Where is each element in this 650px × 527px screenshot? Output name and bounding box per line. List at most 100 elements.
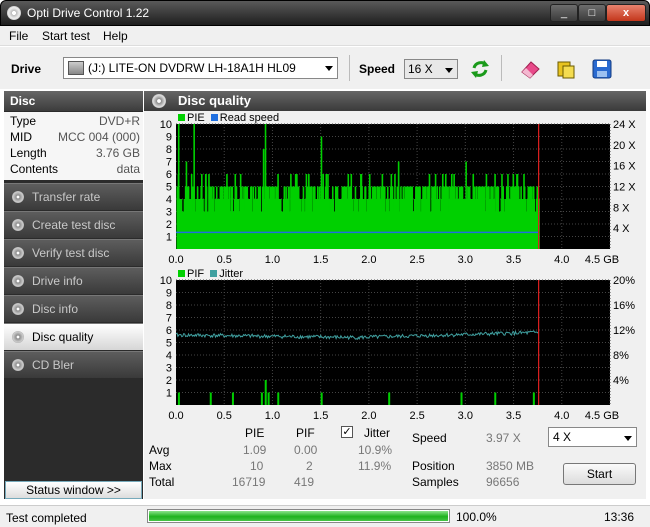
pif-bar	[388, 392, 391, 405]
nav-create-test-disc[interactable]: Create test disc	[4, 211, 143, 238]
chevron-down-icon	[624, 436, 632, 441]
speed-value: 16 X	[408, 62, 433, 76]
disc-info-panel: Type DVD+R MID MCC 004 (000) Length 3.76…	[4, 112, 143, 180]
pie-spike	[262, 149, 265, 249]
x-tick-label: 1.5	[313, 410, 328, 420]
y-left-tick-label: 1	[166, 232, 172, 244]
pie-spike	[523, 174, 525, 249]
x-tick-label: 3.5	[506, 410, 521, 420]
y-left-tick-label: 9	[166, 132, 172, 144]
pie-spike	[204, 174, 207, 249]
window-title: Opti Drive Control 1.22	[27, 6, 150, 20]
maximize-button[interactable]: □	[578, 4, 606, 22]
x-tick-label: 4.0	[554, 254, 569, 264]
y-left-tick-label: 9	[166, 288, 172, 300]
disc-icon	[12, 275, 24, 287]
minimize-button[interactable]: _	[550, 4, 578, 22]
y-right-tick-label: 4 X	[613, 223, 630, 235]
status-time: 13:36	[604, 510, 635, 524]
menu-start-test[interactable]: Start test	[42, 29, 90, 43]
y-right-tick-label: 8%	[613, 350, 629, 362]
pif-bar	[267, 392, 270, 405]
stats-position-label: Position	[412, 459, 455, 473]
nav-cd-bler[interactable]: CD Bler	[4, 351, 143, 378]
x-tick-label: 1.0	[265, 410, 280, 420]
jitter-checkbox[interactable]: ✓	[341, 426, 353, 438]
pie-spike	[226, 174, 228, 249]
menu-help[interactable]: Help	[103, 29, 128, 43]
drive-label: Drive	[11, 62, 42, 76]
stats-avg-pie: 1.09	[243, 443, 267, 457]
pif-bar	[532, 392, 535, 405]
stats-label-total: Total	[149, 475, 175, 489]
pie-chart: 12345678910 4 X 8 X 12 X 16 X 20 X 24 X 0.0 0.5 1…	[160, 119, 637, 264]
erase-button[interactable]	[518, 57, 542, 81]
stats-label-avg: Avg	[149, 443, 170, 457]
pie-spike	[397, 161, 400, 249]
info-row-contents: Contents data	[10, 162, 140, 178]
pie-spike	[428, 174, 431, 249]
y-right-tick-label: 16%	[613, 300, 635, 312]
pie-spike	[264, 124, 267, 249]
pie-spike	[532, 186, 535, 249]
y-left-tick-label: 6	[166, 325, 172, 337]
progress-fill	[149, 511, 448, 521]
drive-icon	[68, 61, 84, 75]
test-speed-value: 4 X	[553, 430, 572, 444]
toolbar-divider	[501, 55, 502, 81]
y-right-tick-label: 16 X	[613, 161, 636, 173]
info-value: 3.76 GB	[95, 146, 140, 160]
test-speed-select[interactable]: 4 X	[548, 427, 637, 447]
nav-verify-test-disc[interactable]: Verify test disc	[4, 239, 143, 266]
stats-speed-label: Speed	[412, 431, 447, 445]
pif-bar	[231, 392, 234, 405]
copy-button[interactable]	[554, 57, 578, 81]
app-disc-icon	[7, 6, 21, 20]
nav-drive-info[interactable]: Drive info	[4, 267, 143, 294]
y-right-tick-label: 24 X	[613, 119, 636, 131]
pie-spike	[193, 124, 195, 249]
chevron-down-icon	[445, 68, 453, 73]
nav-disc-quality[interactable]: Disc quality	[4, 323, 143, 350]
disc-icon	[12, 331, 24, 343]
chevron-down-icon	[325, 66, 333, 71]
disc-header: Disc	[4, 91, 143, 111]
nav-label: Disc info	[32, 302, 79, 316]
pie-spike	[465, 161, 467, 249]
toolbar-divider	[349, 55, 350, 81]
y-right-tick-label: 8 X	[613, 202, 630, 214]
pie-spike	[177, 124, 180, 249]
stats-col-jitter: Jitter	[364, 426, 391, 440]
nav-label: Create test disc	[32, 218, 116, 232]
pif-chart: 12345678910 4% 8% 12% 16% 20% 0.0 0.5 1.0 1.5 2.0 2…	[160, 275, 635, 420]
pif-bar	[209, 392, 212, 405]
y-left-tick-label: 8	[166, 144, 172, 156]
menu-file[interactable]: File	[9, 29, 28, 43]
close-button[interactable]: x	[606, 4, 646, 22]
start-button[interactable]: Start	[563, 463, 636, 485]
y-right-tick-label: 20%	[613, 275, 635, 287]
status-window-button[interactable]: Status window >>	[5, 481, 142, 499]
y-left-tick-label: 5	[166, 182, 172, 194]
nav-label: Disc quality	[32, 330, 94, 344]
x-tick-label: 2.0	[361, 410, 376, 420]
pif-bar	[277, 392, 280, 405]
disc-icon	[12, 247, 24, 259]
stats-col-pif: PIF	[296, 426, 315, 440]
y-right-tick-label: 12%	[613, 325, 635, 337]
pie-spike	[494, 174, 496, 249]
x-tick-label: 2.5	[409, 254, 424, 264]
nav-transfer-rate[interactable]: Transfer rate	[4, 183, 143, 210]
info-key: Length	[10, 146, 47, 160]
info-value: MCC 004 (000)	[57, 130, 140, 144]
save-button[interactable]	[590, 57, 614, 81]
x-tick-label: 1.0	[265, 254, 280, 264]
stats-avg-pif: 0.00	[294, 443, 318, 457]
nav-disc-info[interactable]: Disc info	[4, 295, 143, 322]
info-value: DVD+R	[98, 114, 140, 128]
drive-select[interactable]: (J:) LITE-ON DVDRW LH-18A1H HL09	[63, 57, 338, 79]
speed-select[interactable]: 16 X	[404, 59, 458, 79]
refresh-button[interactable]	[468, 57, 492, 81]
y-right-tick-label: 20 X	[613, 140, 636, 152]
disc-icon	[12, 219, 24, 231]
